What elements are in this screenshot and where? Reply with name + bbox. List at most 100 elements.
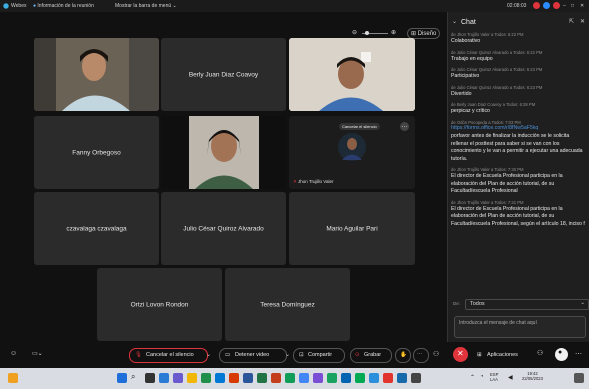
unmute-button[interactable]: 🎙 Cancelar el silencio (129, 348, 208, 363)
close-window-button[interactable]: ✕ (580, 3, 584, 9)
speaker-icon[interactable]: ◀ (508, 374, 513, 381)
zoom-in-icon[interactable]: ⊕ (391, 29, 396, 36)
chat-toggle-button[interactable]: ● (555, 348, 568, 361)
collapse-chevron-icon[interactable]: ⌄ (452, 18, 457, 25)
participants-panel-icon[interactable]: ⚇ (537, 349, 543, 357)
chat-message: de Odón Pocopeda a Todos: 7:03 PM https:… (451, 120, 587, 164)
os-taskbar: ⌕ ⌃ ◔ ESP LAA ◀ 19:42 22/05/2023 (0, 368, 589, 389)
taskbar-app-icon[interactable] (229, 373, 239, 383)
chat-panel: ⌄ Chat ⇱ ✕ de Jhon Trujillo Valer a Todo… (447, 12, 589, 342)
participant-tile[interactable]: Berly Juan Diaz Coavoy (161, 38, 286, 111)
chat-message: de Berly Juan Diaz Coavoy a Todos: 6:28 … (451, 102, 587, 116)
participant-video-woman (161, 116, 286, 189)
participant-tile[interactable] (161, 116, 286, 189)
chat-message: de Jhon Trujillo Valer a Todos: 6:22 PM … (451, 32, 587, 46)
word-icon[interactable] (243, 373, 253, 383)
recipient-select[interactable]: Todos ⌄ (465, 299, 589, 310)
taskbar-app-icon[interactable] (411, 373, 421, 383)
message-text: El director de Escuela Profesional parti… (451, 205, 585, 227)
message-sender: de Julio César Quiroz Alvarado a Todos: … (451, 67, 543, 73)
participant-tile[interactable]: Ortzi Lovon Rondon (97, 268, 222, 341)
close-icon[interactable]: ✕ (580, 18, 585, 25)
taskbar-app-icon[interactable] (285, 373, 295, 383)
clock[interactable]: 19:42 22/05/2023 (522, 371, 543, 381)
task-view-icon[interactable] (145, 373, 155, 383)
more-options-icon[interactable]: … (400, 122, 409, 131)
chrome-icon[interactable] (299, 373, 309, 383)
taskbar-app-icon[interactable] (327, 373, 337, 383)
participant-tile[interactable]: Julio César Quiroz Alvarado (161, 192, 286, 265)
chat-message-input[interactable]: Introduzca el mensaje de chat aquí (454, 316, 586, 338)
stop-video-button[interactable]: ▭ Detener video (219, 348, 287, 363)
weather-icon[interactable] (8, 373, 18, 383)
edge-icon[interactable] (215, 373, 225, 383)
participants-icon[interactable]: ⚇ (433, 350, 439, 358)
notifications-icon[interactable] (574, 373, 584, 383)
record-label: Grabar (364, 352, 382, 358)
info-icon: ● (33, 3, 37, 9)
chat-message: de Julio César Quiroz Alvarado a Todos: … (451, 85, 587, 99)
reactions-button[interactable]: ✋ (395, 348, 411, 363)
minimize-button[interactable]: – (563, 3, 566, 9)
wifi-icon[interactable]: ◔ (480, 374, 484, 380)
maximize-button[interactable]: □ (571, 3, 574, 9)
participant-tile[interactable] (289, 38, 415, 111)
meeting-info-button[interactable]: ● Información de la reunión (33, 3, 94, 9)
chevron-down-icon: ⌄ (172, 3, 177, 9)
more-options-button[interactable]: ⋯ (413, 348, 429, 363)
chat-message-list[interactable]: de Jhon Trujillo Valer a Todos: 6:22 PM … (451, 32, 587, 296)
participant-tile[interactable]: Teresa Domínguez (225, 268, 350, 341)
participant-video-woman (34, 38, 159, 111)
participant-tile[interactable] (34, 38, 159, 111)
muted-mic-icon: ✕ (293, 179, 297, 184)
participant-avatar (338, 133, 366, 161)
taskbar-app-icon[interactable] (173, 373, 183, 383)
file-explorer-icon[interactable] (187, 373, 197, 383)
zoom-slider-handle[interactable] (365, 31, 369, 35)
taskbar-app-icon[interactable] (201, 373, 211, 383)
mute-status-badge: Cancelar el silencio (339, 123, 380, 130)
share-button[interactable]: ⊡ Compartir (293, 348, 345, 363)
message-text: Trabajo en equipo (451, 55, 493, 62)
system-tray-chevron-icon[interactable]: ⌃ (470, 374, 475, 381)
message-link[interactable]: https://forms.office.com/r/8fNw5aF5kq (451, 125, 587, 133)
windows-start-icon[interactable] (117, 373, 127, 383)
captions-icon[interactable]: ▭⌄ (32, 350, 43, 357)
taskbar-app-icon[interactable] (341, 373, 351, 383)
excel-icon[interactable] (257, 373, 267, 383)
meeting-controls: ☺ ▭⌄ 🎙 Cancelar el silencio ⌄ ▭ Detener … (0, 342, 589, 368)
participant-tile[interactable]: Cancelar el silencio … ✕ Jhon Trujillo V… (289, 116, 415, 189)
message-text: Divertido (451, 90, 472, 97)
chat-bubble-icon: ● (558, 349, 563, 356)
end-call-button[interactable]: ✕ (453, 347, 468, 362)
meeting-info-label: Información de la reunión (37, 3, 94, 9)
share-label: Compartir (308, 352, 333, 358)
more-panels-icon[interactable]: ⋯ (575, 350, 582, 358)
participant-tile[interactable]: czavalaga czavalaga (34, 192, 159, 265)
message-sender: de Berly Juan Diaz Coavoy a Todos: 6:28 … (451, 102, 536, 108)
taskbar-app-icon[interactable] (383, 373, 393, 383)
taskbar-app-icon[interactable] (355, 373, 365, 383)
participant-tile[interactable]: Fanny Orbegoso (34, 116, 159, 189)
search-icon[interactable]: ⌕ (131, 372, 141, 382)
apps-button[interactable]: ⊞ Aplicaciones (474, 348, 531, 363)
audio-options-chevron-icon[interactable]: ⌄ (206, 351, 211, 358)
zoom-out-icon[interactable]: ⊖ (352, 29, 357, 36)
recipient-row: De: Todos ⌄ (451, 299, 589, 310)
powerpoint-icon[interactable] (271, 373, 281, 383)
taskbar-app-icon[interactable] (313, 373, 323, 383)
chat-message: de Jhon Trujillo Valer a Todos: 7:31 PM … (451, 200, 587, 229)
show-menu-bar-button[interactable]: Mostrar la barra de menú ⌄ (115, 3, 177, 9)
record-button[interactable]: ⊙ Grabar (350, 348, 392, 363)
keyboard-language[interactable]: ESP LAA (490, 372, 504, 382)
video-options-chevron-icon[interactable]: ⌄ (285, 351, 290, 358)
taskbar-app-icon[interactable] (397, 373, 407, 383)
webex-taskbar-icon[interactable] (369, 373, 379, 383)
reactions-icon[interactable]: ☺ (10, 350, 17, 357)
muted-mic-icon: 🎙 (135, 352, 142, 358)
alert-icon (553, 2, 560, 9)
participant-tile[interactable]: Mario Aguilar Pari (289, 192, 415, 265)
recording-icon (533, 2, 540, 9)
taskbar-app-icon[interactable] (159, 373, 169, 383)
popout-icon[interactable]: ⇱ (569, 18, 574, 25)
